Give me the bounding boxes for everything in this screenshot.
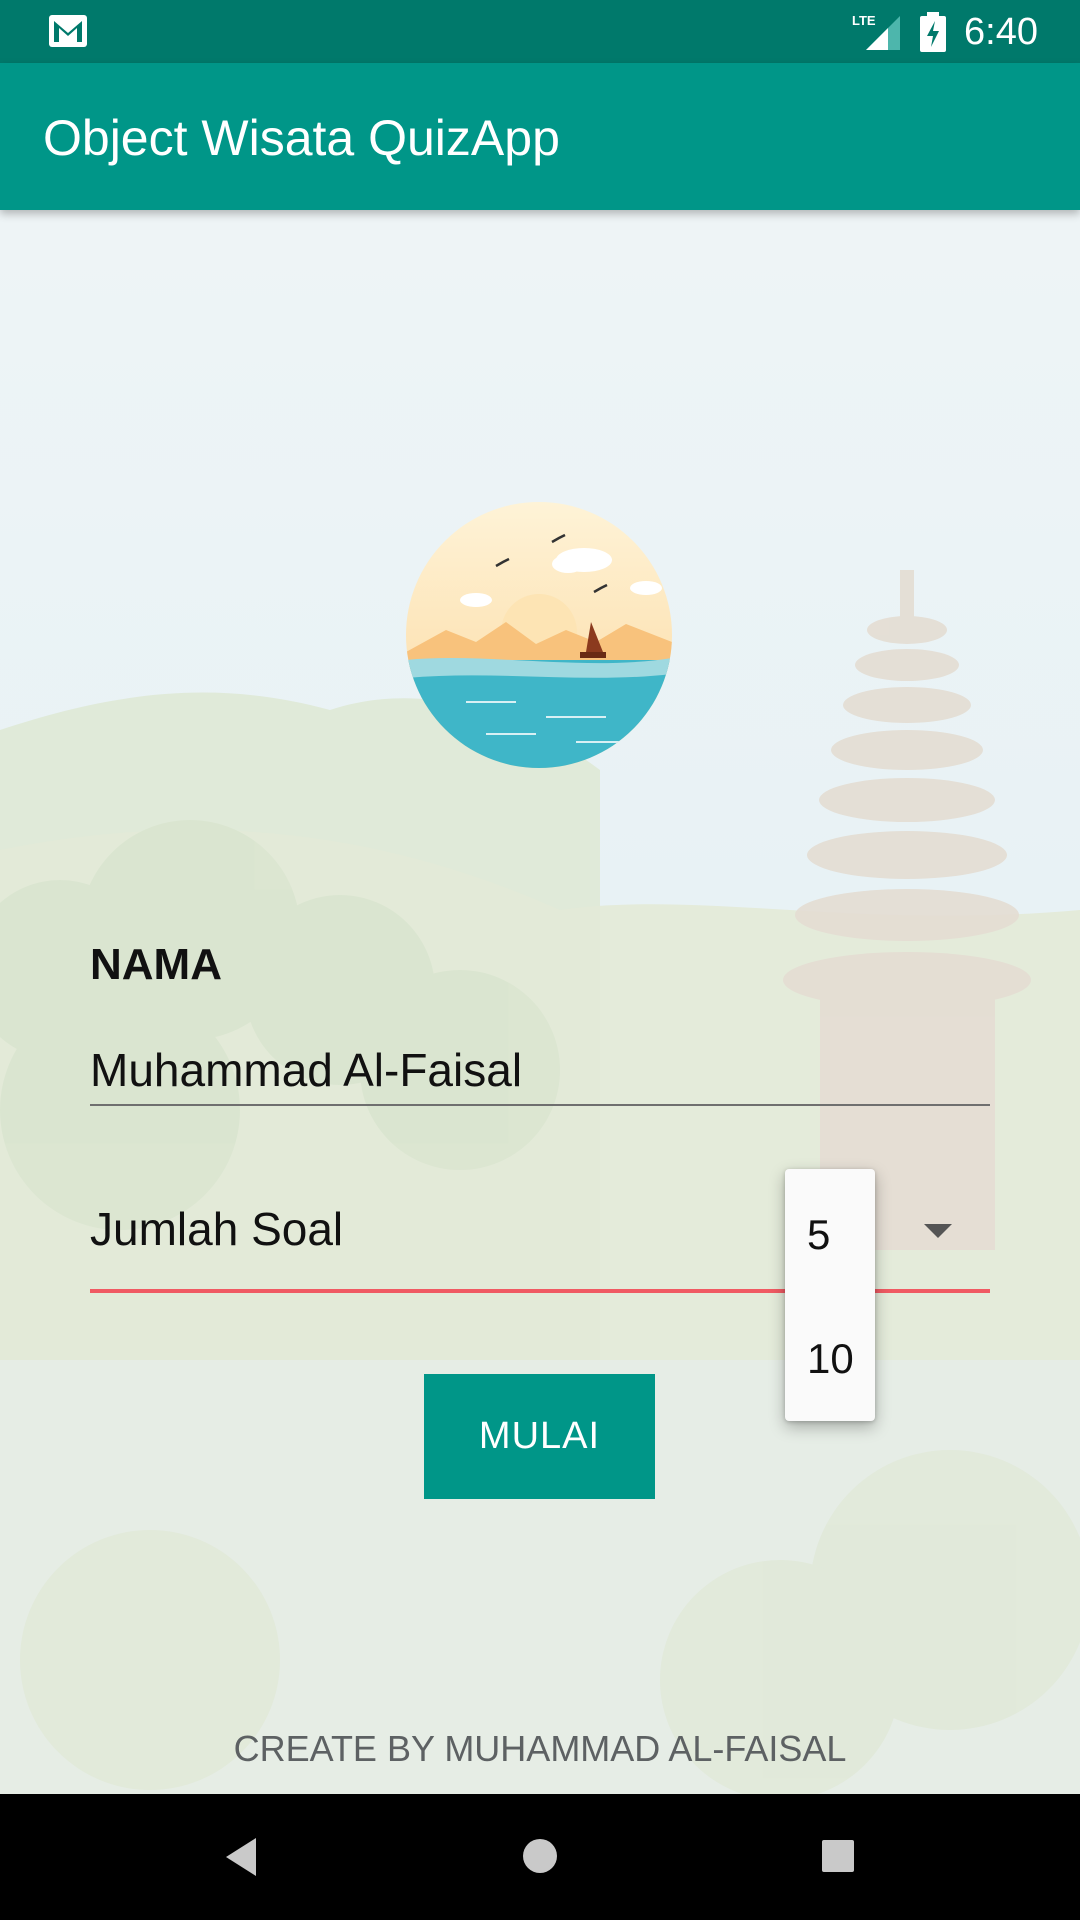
recents-icon[interactable] (820, 1838, 856, 1874)
background-image (0, 210, 1080, 1794)
dropdown-arrow-icon[interactable] (924, 1224, 952, 1238)
dropdown-option-10[interactable]: 10 (807, 1335, 854, 1383)
gmail-icon (49, 15, 87, 47)
status-bar: LTE 6:40 (0, 0, 1080, 63)
lte-signal-icon: LTE (852, 13, 900, 50)
start-button[interactable]: MULAI (424, 1374, 655, 1499)
app-logo-icon (406, 502, 672, 768)
footer-credit: CREATE BY MUHAMMAD AL-FAISAL (233, 1728, 847, 1769)
navigation-bar (0, 1794, 1080, 1920)
battery-charging-icon (920, 12, 946, 52)
app-bar: Object Wisata QuizApp (0, 63, 1080, 210)
back-icon[interactable] (222, 1834, 262, 1880)
home-icon[interactable] (520, 1836, 560, 1876)
status-clock: 6:40 (964, 11, 1038, 53)
question-count-dropdown: 5 10 (785, 1169, 875, 1421)
app-title: Object Wisata QuizApp (43, 110, 560, 166)
dropdown-option-5[interactable]: 5 (807, 1211, 830, 1259)
svg-text:LTE: LTE (852, 13, 876, 28)
name-label: NAMA (90, 940, 222, 989)
name-input[interactable] (90, 1036, 990, 1106)
question-count-label: Jumlah Soal (90, 1203, 344, 1255)
